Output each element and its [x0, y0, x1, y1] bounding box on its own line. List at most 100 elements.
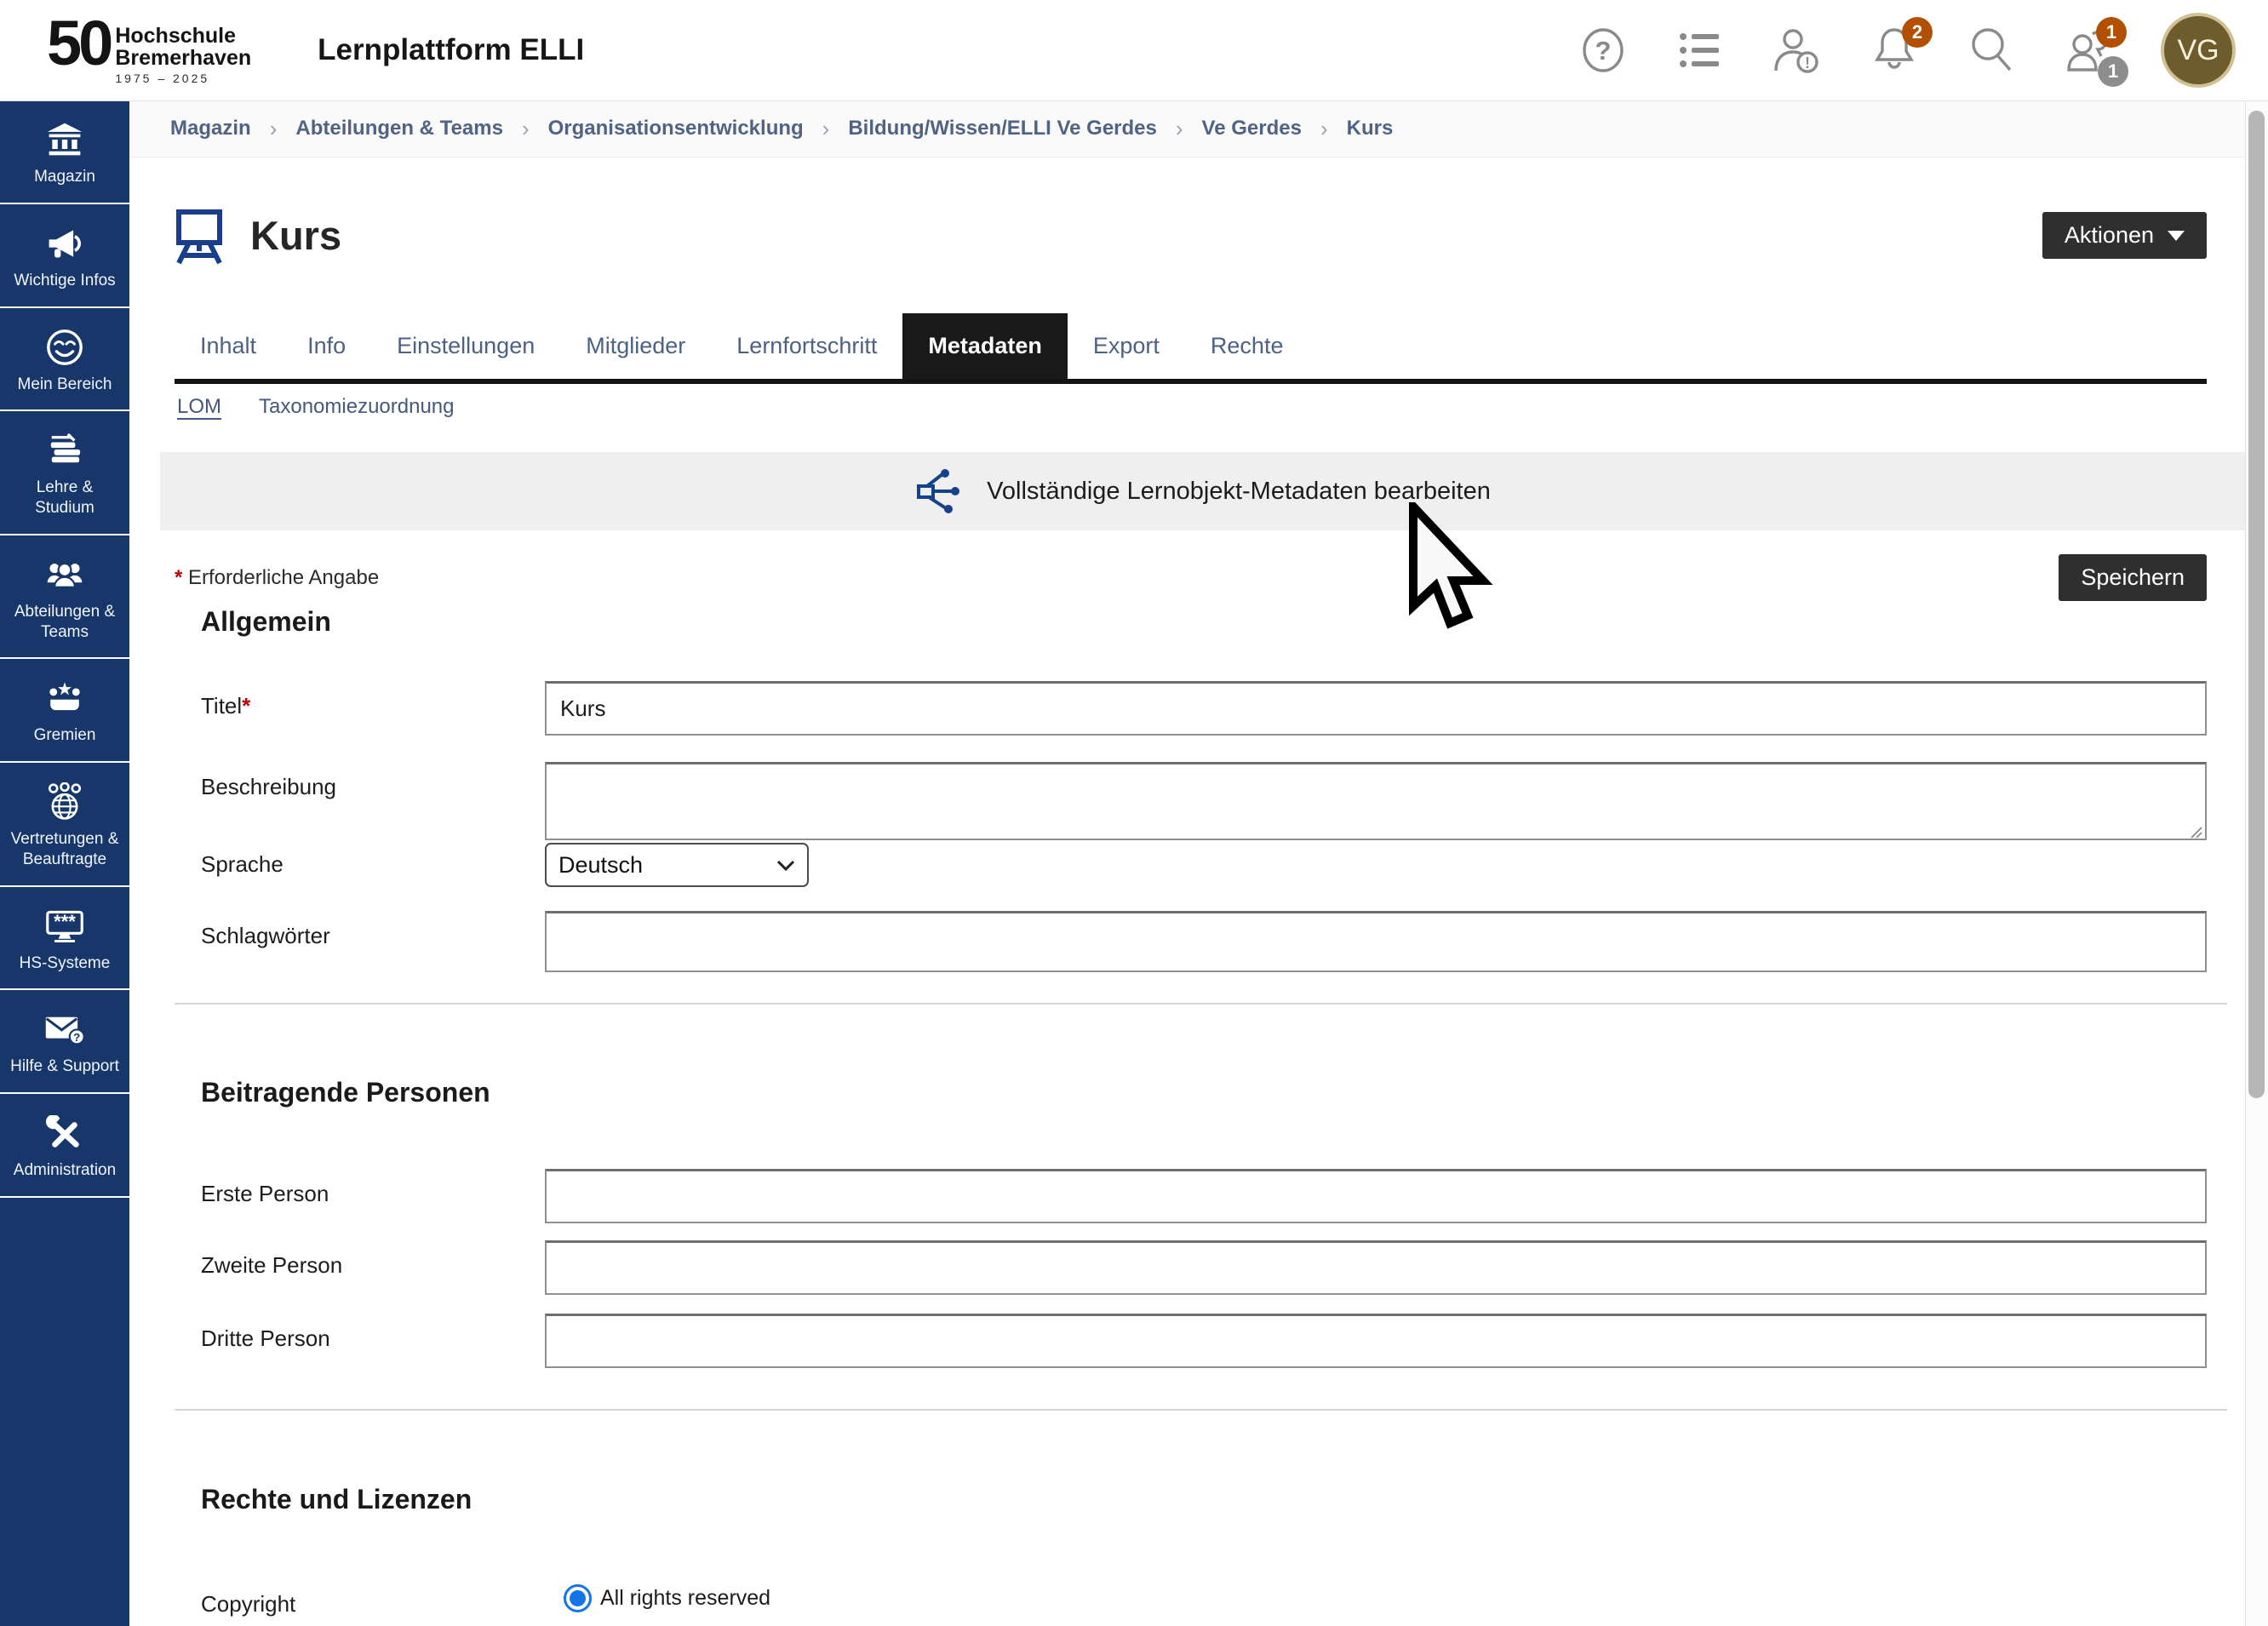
sidebar-item-gremien[interactable]: Gremien — [0, 659, 129, 763]
committee-icon — [45, 678, 84, 719]
awareness-button[interactable]: ! — [1773, 24, 1822, 77]
titel-input[interactable] — [545, 681, 2207, 736]
sidebar-item-label: Hilfe & Support — [10, 1056, 119, 1077]
actions-button[interactable]: Aktionen — [2042, 212, 2207, 259]
notifications-badge: 2 — [1902, 17, 1933, 48]
erste-person-input[interactable] — [545, 1169, 2207, 1223]
logo-line1: Hochschule — [115, 26, 251, 48]
sidebar-item-wichtige-infos[interactable]: Wichtige Infos — [0, 204, 129, 308]
tab-info[interactable]: Info — [282, 313, 371, 379]
banner-label: Vollständige Lernobjekt-Metadaten bearbe… — [987, 478, 1491, 506]
section-heading-rechte: Rechte und Lizenzen — [201, 1484, 472, 1515]
beschreibung-textarea[interactable] — [545, 762, 2207, 840]
sidebar-item-administration[interactable]: Administration — [0, 1094, 129, 1198]
globe-people-icon — [45, 782, 84, 822]
tab-einstellungen[interactable]: Einstellungen — [371, 313, 560, 379]
tab-lernfortschritt[interactable]: Lernfortschritt — [711, 313, 902, 379]
mail-help-icon: ? — [44, 1009, 85, 1050]
sidebar-item-hs-systeme[interactable]: *** HS-Systeme — [0, 887, 129, 991]
chevron-right-icon: › — [822, 116, 830, 142]
save-button[interactable]: Speichern — [2059, 554, 2207, 601]
sidebar-item-mein-bereich[interactable]: Mein Bereich — [0, 308, 129, 412]
section-heading-beitragende: Beitragende Personen — [201, 1077, 490, 1108]
sidebar-item-label: Gremien — [34, 725, 96, 746]
required-note-text: Erforderliche Angabe — [188, 566, 379, 589]
subtab-taxonomiezuordnung[interactable]: Taxonomiezuordnung — [259, 395, 455, 419]
list-menu-button[interactable] — [1675, 24, 1725, 77]
edit-full-metadata-banner[interactable]: Vollständige Lernobjekt-Metadaten bearbe… — [160, 452, 2246, 530]
list-icon — [1677, 27, 1723, 73]
page-scrollbar[interactable] — [2245, 100, 2268, 1626]
sidebar-item-label: Lehre & Studium — [5, 478, 124, 518]
notifications-button[interactable]: 2 — [1870, 24, 1919, 77]
breadcrumb-item[interactable]: Bildung/Wissen/ELLI Ve Gerdes — [848, 117, 1157, 140]
tab-mitglieder[interactable]: Mitglieder — [560, 313, 711, 379]
copyright-radio[interactable] — [564, 1584, 592, 1612]
section-heading-allgemein: Allgemein — [201, 606, 331, 638]
sidebar-item-label: Vertretungen & Beauftragte — [5, 829, 124, 870]
required-asterisk: * — [175, 566, 182, 589]
zweite-person-label: Zweite Person — [201, 1240, 545, 1295]
search-button[interactable] — [1967, 24, 2016, 77]
course-easel-icon — [170, 207, 228, 265]
tab-export[interactable]: Export — [1068, 313, 1185, 379]
sidebar-item-label: HS-Systeme — [20, 953, 111, 974]
sidebar-item-lehre-studium[interactable]: Lehre & Studium — [0, 411, 129, 535]
subtab-lom[interactable]: LOM — [177, 395, 221, 419]
tab-bar: Inhalt Info Einstellungen Mitglieder Ler… — [175, 313, 2207, 384]
copyright-label: Copyright — [201, 1579, 545, 1617]
tab-inhalt[interactable]: Inhalt — [175, 313, 282, 379]
scrollbar-thumb[interactable] — [2248, 111, 2265, 1098]
breadcrumb-item[interactable]: Magazin — [170, 117, 251, 140]
contacts-badge-top: 1 — [2096, 17, 2127, 48]
books-icon — [45, 430, 84, 471]
svg-text:?: ? — [1595, 36, 1612, 66]
sidebar-item-label: Magazin — [34, 167, 95, 187]
zweite-person-input[interactable] — [545, 1240, 2207, 1295]
megaphone-icon — [45, 223, 84, 264]
beschreibung-label: Beschreibung — [201, 762, 545, 844]
breadcrumb-item[interactable]: Kurs — [1347, 117, 1394, 140]
breadcrumb-item[interactable]: Abteilungen & Teams — [295, 117, 503, 140]
sidebar-item-label: Abteilungen & Teams — [5, 602, 124, 643]
sidebar-item-hilfe-support[interactable]: ? Hilfe & Support — [0, 990, 129, 1094]
titel-label: Titel* — [201, 681, 545, 736]
logo-50-text: 50 — [47, 15, 110, 72]
actions-button-label: Aktionen — [2065, 222, 2154, 249]
smiley-icon — [45, 327, 84, 368]
user-status-icon: ! — [1773, 25, 1822, 76]
sidebar-item-abteilungen-teams[interactable]: Abteilungen & Teams — [0, 535, 129, 660]
help-button[interactable]: ? — [1578, 24, 1628, 77]
tools-icon — [45, 1113, 84, 1154]
sprache-select[interactable]: Deutsch — [545, 843, 809, 887]
main-content: Magazin › Abteilungen & Teams › Organisati… — [129, 100, 2246, 1626]
sidebar-item-vertretungen-beauftragte[interactable]: Vertretungen & Beauftragte — [0, 763, 129, 887]
user-avatar[interactable]: VG — [2161, 13, 2236, 88]
main-sidebar: Magazin Wichtige Infos Mein Bereich — [0, 100, 129, 1626]
svg-text:***: *** — [54, 910, 76, 931]
chevron-right-icon: › — [522, 116, 530, 142]
top-header: 50 Hochschule Bremerhaven 1975 – 2025 Le… — [0, 0, 2268, 101]
copyright-radio-label: All rights reserved — [600, 1586, 770, 1611]
svg-text:!: ! — [1805, 54, 1810, 72]
schlagwoerter-label: Schlagwörter — [201, 911, 545, 972]
schlagwoerter-input[interactable] — [545, 911, 2207, 972]
tab-rechte[interactable]: Rechte — [1185, 313, 1309, 379]
sprache-label: Sprache — [201, 843, 545, 887]
breadcrumb-item[interactable]: Ve Gerdes — [1202, 117, 1302, 140]
dritte-person-input[interactable] — [545, 1314, 2207, 1368]
section-divider — [175, 1003, 2227, 1005]
sidebar-item-label: Administration — [14, 1160, 116, 1181]
people-group-icon — [44, 554, 85, 595]
breadcrumb-item[interactable]: Organisationsentwicklung — [548, 117, 804, 140]
caret-down-icon — [2168, 231, 2185, 241]
tab-metadaten[interactable]: Metadaten — [902, 313, 1068, 379]
sidebar-item-magazin[interactable]: Magazin — [0, 100, 129, 204]
hochschule-bremerhaven-logo: 50 Hochschule Bremerhaven 1975 – 2025 — [47, 15, 251, 85]
help-icon: ? — [1580, 26, 1626, 75]
sidebar-item-label: Wichtige Infos — [14, 271, 115, 291]
dritte-person-label: Dritte Person — [201, 1314, 545, 1368]
required-asterisk: * — [242, 693, 250, 719]
contacts-button[interactable]: 1 1 — [2064, 24, 2113, 77]
logo-years: 1975 – 2025 — [115, 72, 251, 85]
